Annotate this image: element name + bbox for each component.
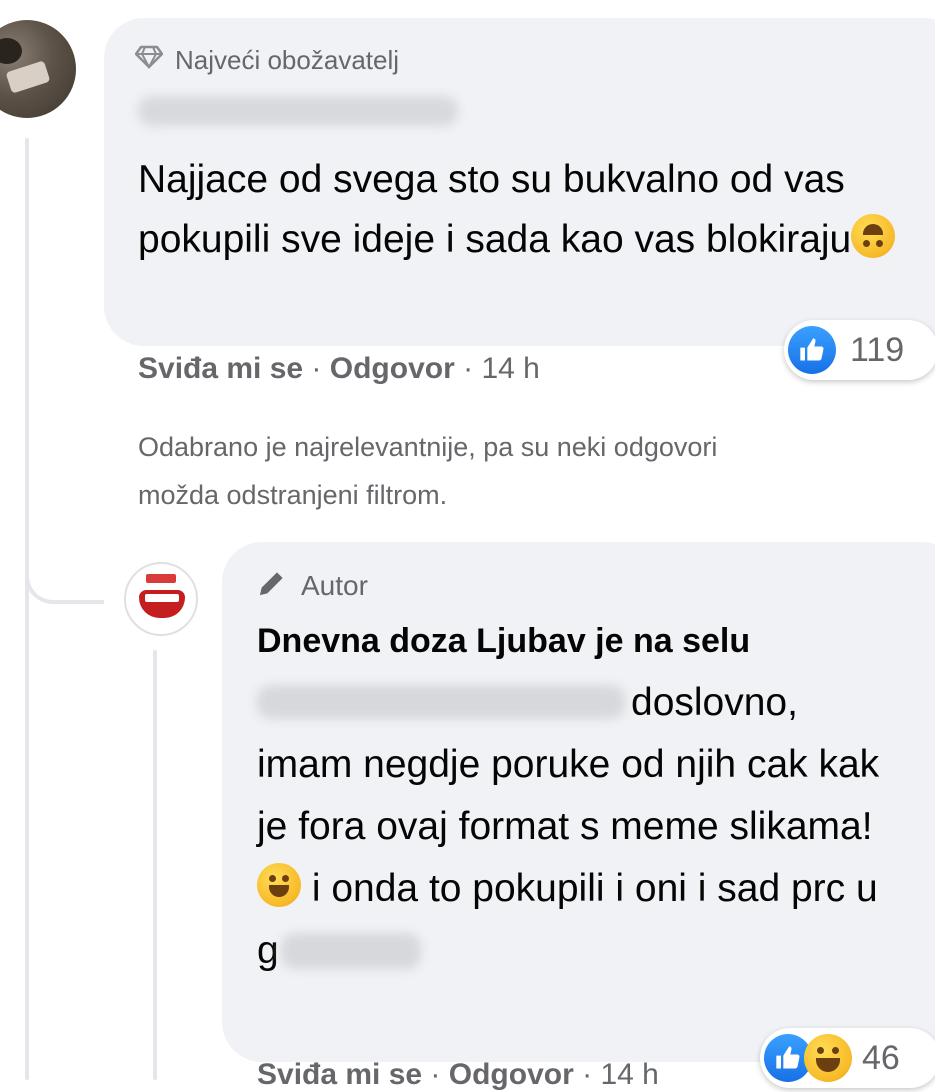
- badge-label: Najveći obožavatelj: [175, 44, 400, 75]
- timestamp[interactable]: 14 h: [481, 352, 539, 385]
- reply-button[interactable]: Odgovor: [330, 352, 455, 385]
- thread-line: [25, 138, 29, 1080]
- like-button[interactable]: Sviđa mi se: [257, 1058, 422, 1091]
- author-badge: Autor: [257, 566, 368, 606]
- upside-down-face-emoji: [851, 214, 896, 258]
- like-button[interactable]: Sviđa mi se: [138, 352, 303, 385]
- blurred-text: [280, 933, 421, 969]
- diamond-icon: [134, 45, 164, 76]
- badge-label: Autor: [301, 570, 368, 601]
- haha-reaction-icon: [804, 1034, 852, 1082]
- reply-text: doslovno, imam negdje poruke od njih cak…: [257, 681, 880, 972]
- blurred-mention[interactable]: [257, 685, 625, 719]
- blurred-commenter-name[interactable]: [138, 96, 458, 126]
- reply-actions: Sviđa mi se · Odgovor · 14 h: [257, 1058, 659, 1091]
- reply-button[interactable]: Odgovor: [449, 1058, 574, 1091]
- laughing-emoji: [257, 863, 301, 907]
- comment-text: Najjace od svega sto su bukvalno od vas …: [138, 150, 918, 270]
- thread-reply-connector: [25, 540, 104, 604]
- reply-thread-line: [153, 650, 157, 1080]
- reaction-summary[interactable]: 119: [784, 320, 935, 380]
- commenter-avatar[interactable]: [0, 20, 76, 118]
- filter-note: Odabrano je najrelevantnije, pa su neki …: [138, 432, 718, 510]
- reply-reaction-summary[interactable]: 46: [760, 1028, 935, 1088]
- author-name[interactable]: Dnevna doza Ljubav je na selu: [257, 622, 750, 661]
- page-avatar[interactable]: [124, 562, 198, 636]
- comment-actions: Sviđa mi se · Odgovor · 14 h: [138, 352, 540, 385]
- pencil-icon: [257, 568, 287, 605]
- like-reaction-icon: [788, 326, 836, 374]
- top-fan-badge: Najveći obožavatelj: [134, 40, 400, 80]
- reaction-count: 46: [862, 1038, 900, 1077]
- reaction-count: 119: [850, 330, 905, 369]
- timestamp[interactable]: 14 h: [600, 1058, 658, 1091]
